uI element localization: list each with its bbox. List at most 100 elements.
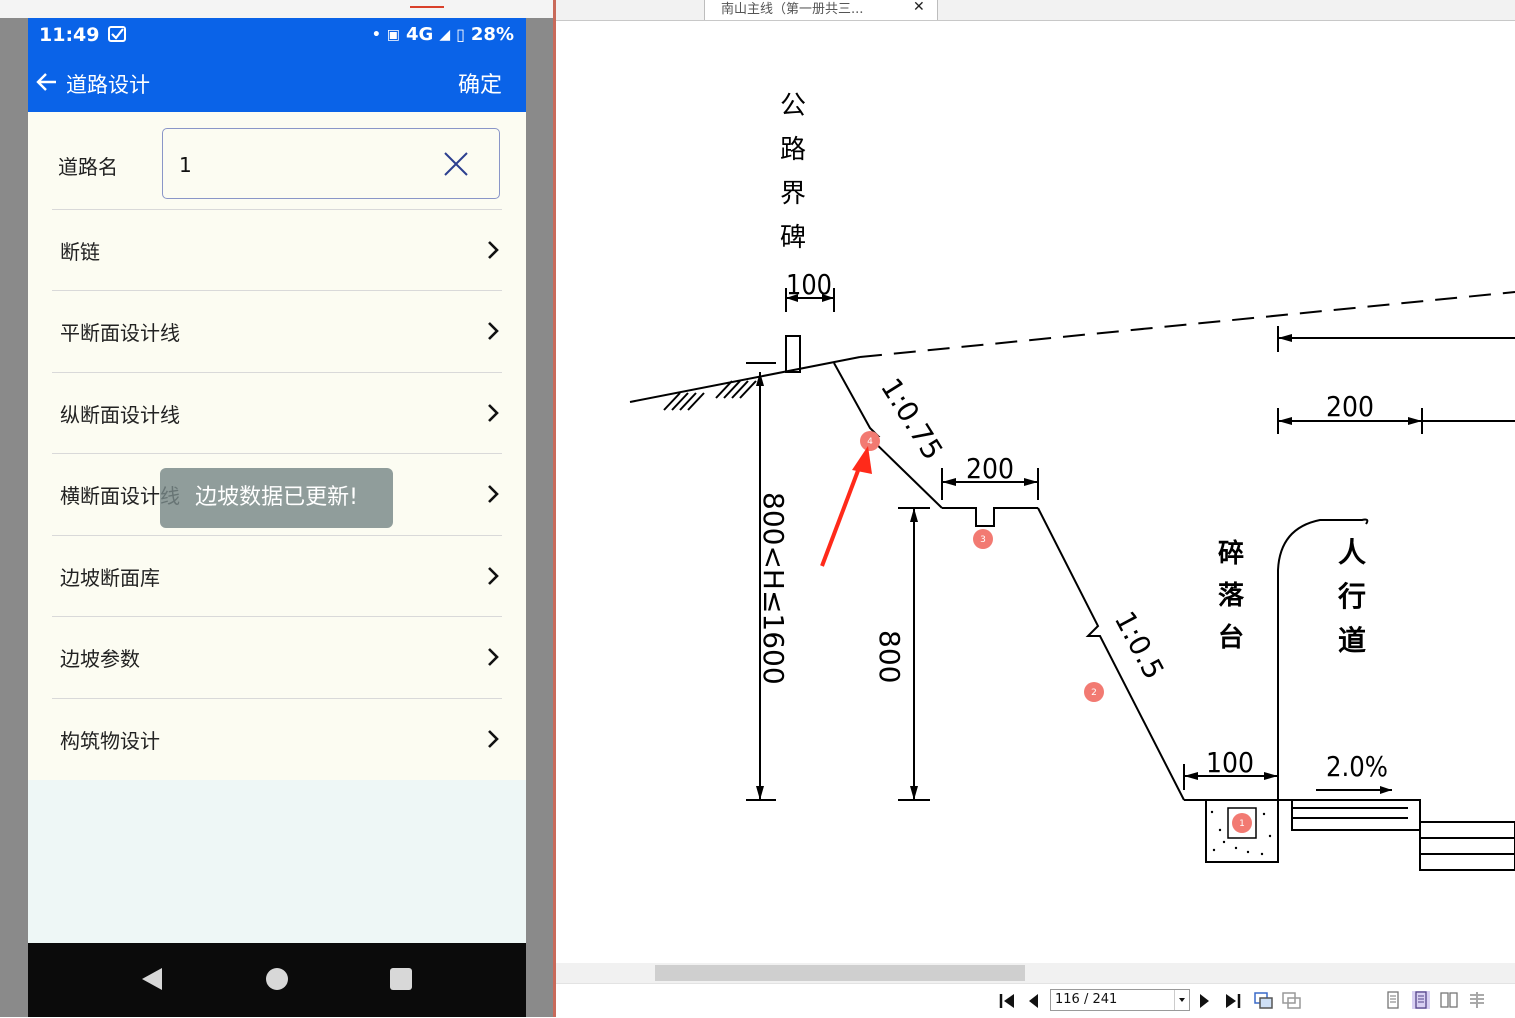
page-title: 道路设计 [66, 73, 150, 97]
single-page-view-icon[interactable] [1384, 991, 1402, 1009]
phone-mirror-frame: 11:49 • ▣ 4G ◢ ▯ 28% 道路设计 确定 道路名 1 断链 平断… [0, 0, 556, 1017]
chevron-down-icon[interactable] [1174, 990, 1189, 1010]
boundary-marker-label-4: 碑 [780, 223, 806, 253]
rockfall-label-3: 台 [1218, 622, 1244, 653]
road-name-row: 道路名 [28, 112, 526, 209]
height-fixed-label: 800 [873, 630, 906, 683]
chevron-right-icon [488, 241, 499, 259]
pdf-viewer: 南山主线（第一册共三... ✕ 公 路 界 碑 100 1:0.75 200 2… [556, 0, 1515, 1018]
menu-item-slope-parameters[interactable]: 边坡参数 [52, 616, 502, 697]
road-name-input[interactable] [177, 149, 421, 181]
app-bar: 道路设计 确定 [28, 54, 526, 112]
network-type: 4G [406, 24, 434, 45]
platform-width-label: 200 [966, 452, 1014, 485]
lower-slope-label: 1:0.5 [1108, 606, 1171, 685]
dot-icon: • [371, 26, 381, 43]
previous-page-icon[interactable] [1026, 992, 1040, 1010]
road-name-label: 道路名 [58, 155, 118, 179]
marker-width-label: 100 [786, 268, 832, 301]
phone-frame-indicator [410, 6, 444, 8]
chevron-right-icon [488, 648, 499, 666]
chevron-right-icon [488, 730, 499, 748]
first-page-icon[interactable] [998, 992, 1016, 1010]
marker-3-label: 3 [980, 535, 986, 545]
phone-frame-top [0, 0, 556, 18]
nav-back-icon[interactable] [140, 966, 164, 992]
back-arrow-icon[interactable] [36, 71, 58, 93]
rockfall-label-2: 落 [1218, 581, 1245, 611]
sidewalk-label-1: 人 [1338, 536, 1366, 569]
settings-menu: 道路名 断链 平断面设计线 纵断面设计线 [28, 112, 526, 780]
system-nav-bar [28, 943, 526, 1017]
continuous-view-icon[interactable] [1412, 991, 1430, 1009]
status-time: 11:49 [39, 24, 100, 46]
toast-message: 边坡数据已更新! [160, 468, 393, 528]
sidewalk-blocks [1291, 799, 1515, 871]
scrollbar-thumb[interactable] [655, 965, 1025, 981]
nav-recent-apps-icon[interactable] [390, 968, 412, 990]
ground-dashed-line [859, 291, 1515, 358]
boundary-marker-label-1: 公 [780, 91, 806, 121]
document-tab-title: 南山主线（第一册共三... [721, 2, 864, 17]
close-icon[interactable]: ✕ [913, 0, 925, 15]
page-indicator: 116 / 241 [1055, 992, 1118, 1007]
right-dimension-top [1277, 326, 1515, 352]
menu-item-label: 边坡断面库 [60, 566, 160, 590]
marker-1-label: 1 [1239, 819, 1245, 829]
battery-icon: ▯ [456, 25, 465, 44]
sidewalk-label-3: 道 [1338, 624, 1366, 657]
chevron-right-icon [488, 567, 499, 585]
nav-home-icon[interactable] [266, 968, 288, 990]
right-width-label: 200 [1326, 390, 1374, 423]
ground-line [629, 356, 861, 403]
page-number-field[interactable]: 116 / 241 [1050, 989, 1190, 1011]
marker-4-label: 4 [867, 437, 873, 447]
two-page-continuous-icon[interactable] [1468, 991, 1486, 1009]
two-page-view-icon[interactable] [1440, 991, 1458, 1009]
menu-item-label: 纵断面设计线 [60, 403, 180, 427]
menu-item-structure-design[interactable]: 构筑物设计 [52, 698, 502, 779]
platform [942, 507, 1038, 527]
boundary-marker-label-3: 界 [780, 179, 806, 209]
document-tab[interactable]: 南山主线（第一册共三... ✕ [704, 0, 938, 20]
red-pointer-arrow [820, 446, 872, 567]
confirm-button[interactable]: 确定 [458, 67, 502, 99]
menu-item-label: 边坡参数 [60, 647, 140, 671]
last-page-icon[interactable] [1224, 992, 1242, 1010]
chevron-right-icon [488, 404, 499, 422]
document-tab-strip: 南山主线（第一册共三... ✕ [556, 0, 1515, 21]
menu-item-label: 构筑物设计 [60, 729, 160, 753]
boundary-marker-post [785, 335, 801, 373]
marker-2-label: 2 [1091, 688, 1097, 698]
menu-item-label: 断链 [60, 240, 100, 264]
phone-screen: 11:49 • ▣ 4G ◢ ▯ 28% 道路设计 确定 道路名 1 断链 平断… [28, 18, 526, 1017]
menu-item-broken-chain[interactable]: 断链 [52, 209, 502, 290]
menu-item-plan-design-line[interactable]: 平断面设计线 [52, 290, 502, 371]
status-indicators: • ▣ 4G ◢ ▯ 28% [372, 24, 514, 45]
wireless-signal-icon: ▣ [386, 26, 400, 43]
bottom-width-label: 100 [1206, 746, 1254, 779]
fit-width-icon[interactable] [1282, 992, 1302, 1010]
battery-level: 28% [470, 24, 514, 45]
menu-item-label: 平断面设计线 [60, 321, 180, 345]
cross-section-drawing: 公 路 界 碑 100 1:0.75 200 200 800<H≤1600 80… [629, 91, 1515, 871]
menu-item-profile-design-line[interactable]: 纵断面设计线 [52, 372, 502, 453]
cell-signal-icon: ◢ [439, 26, 451, 43]
sidewalk-label-2: 行 [1337, 580, 1366, 613]
boundary-marker-label-2: 路 [780, 135, 806, 165]
clear-icon[interactable] [443, 151, 469, 177]
rockfall-label-1: 碎 [1218, 539, 1244, 569]
checkbox-notification-icon [108, 26, 126, 42]
road-name-field[interactable] [162, 128, 500, 199]
fit-page-icon[interactable] [1254, 992, 1274, 1010]
viewer-navigation-bar: 116 / 241 [556, 983, 1515, 1018]
chevron-right-icon [488, 322, 499, 340]
chevron-right-icon [488, 485, 499, 503]
status-bar: 11:49 • ▣ 4G ◢ ▯ 28% [28, 18, 526, 54]
next-page-icon[interactable] [1198, 992, 1212, 1010]
menu-item-slope-section-library[interactable]: 边坡断面库 [52, 535, 502, 616]
horizontal-scrollbar[interactable] [556, 963, 1515, 983]
right-dimension-200 [1277, 408, 1515, 434]
grade-label: 2.0% [1326, 750, 1388, 783]
height-range-label: 800<H≤1600 [757, 492, 790, 685]
